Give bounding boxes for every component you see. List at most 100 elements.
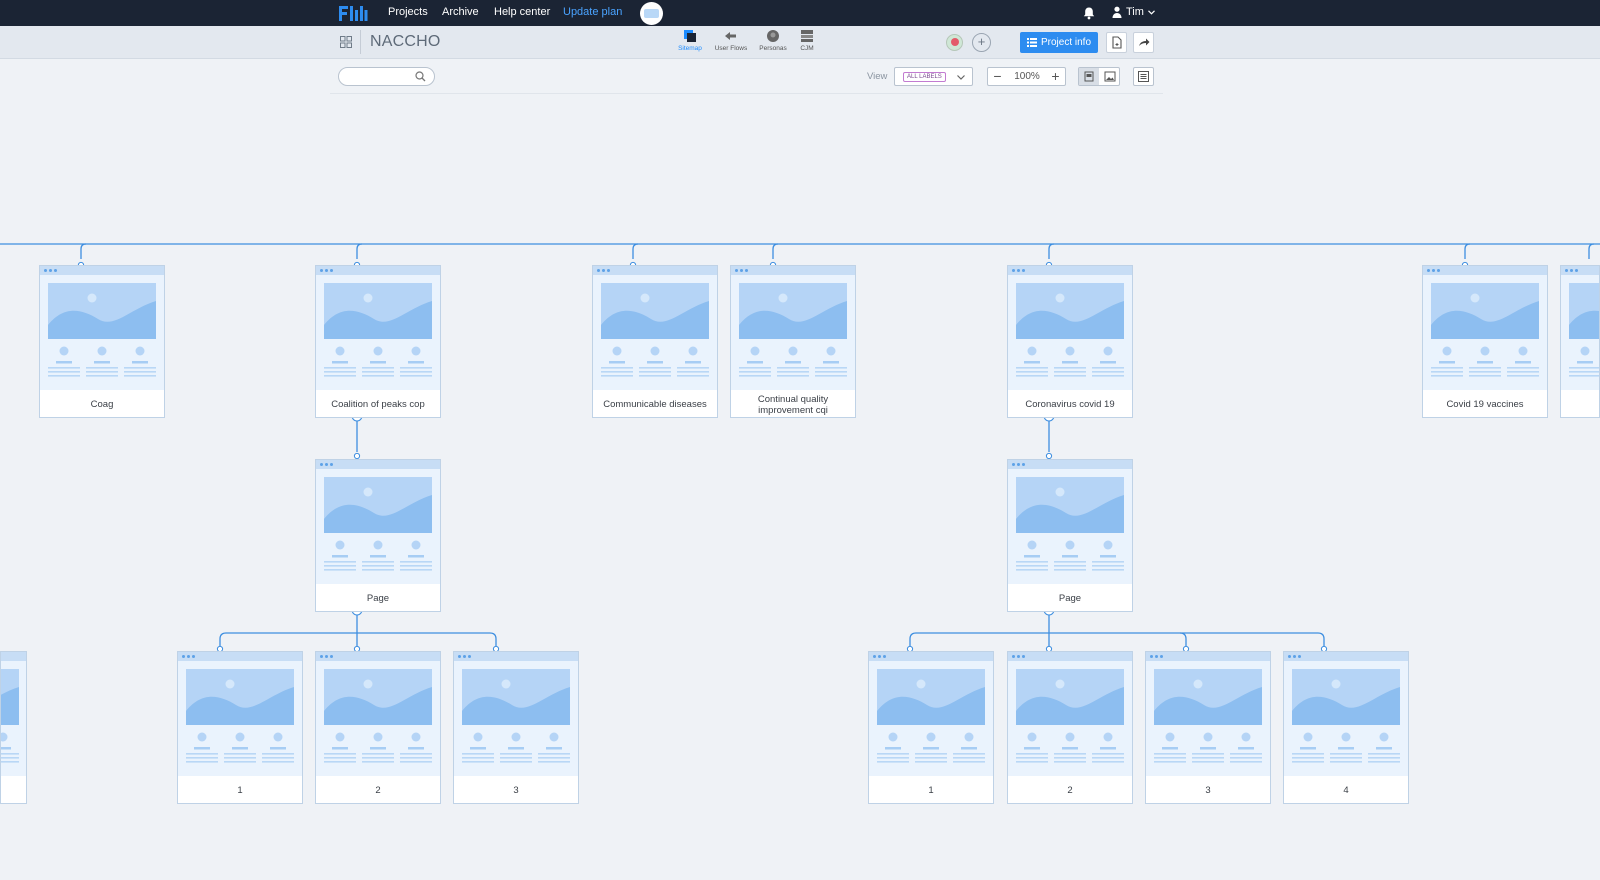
card-header — [593, 266, 717, 275]
display-mode-toggle — [1078, 67, 1120, 86]
wireframe-thumbnail-icon — [1008, 469, 1132, 584]
tab-user-flows-label: User Flows — [714, 45, 748, 52]
card-header — [316, 460, 440, 469]
page-card-covid-vaccines[interactable]: Covid 19 vaccines — [1422, 265, 1548, 418]
page-card-peaks-3[interactable]: 3 — [453, 651, 579, 804]
tab-sitemap[interactable]: Sitemap — [670, 29, 710, 52]
zoom-out-button[interactable]: − — [990, 69, 1005, 84]
page-card-communicable-diseases[interactable]: Communicable diseases — [592, 265, 718, 418]
page-card-page-peaks[interactable]: Page — [315, 459, 441, 612]
wireframe-thumbnail-icon — [1561, 275, 1599, 390]
screenshot-mode-button[interactable] — [1100, 68, 1120, 85]
search-icon — [415, 71, 426, 82]
share-button[interactable] — [1133, 32, 1154, 53]
page-title: 1 — [928, 785, 934, 796]
wireframe-thumbnail-icon — [316, 275, 440, 390]
page-title: Page — [1058, 593, 1082, 604]
card-header — [731, 266, 855, 275]
wireframe-thumbnail-icon — [1284, 661, 1408, 776]
card-header — [1146, 652, 1270, 661]
wireframe-thumbnail-icon — [178, 661, 302, 776]
chevron-down-icon — [1147, 9, 1155, 15]
tab-sitemap-label: Sitemap — [678, 45, 702, 52]
wireframe-thumbnail-icon — [1008, 275, 1132, 390]
zoom-control: − 100% + — [987, 67, 1066, 86]
wireframe-thumbnail-icon — [593, 275, 717, 390]
card-header — [1561, 266, 1599, 275]
project-toolbar: NACCHO Sitemap User Flows Personas CJM +… — [0, 26, 1600, 59]
page-card-offscreen[interactable] — [0, 651, 27, 804]
card-header — [40, 266, 164, 275]
user-menu[interactable]: Tim — [1112, 6, 1155, 18]
view-select[interactable]: ALL LABELS — [894, 67, 973, 86]
collaborator-avatar[interactable] — [946, 34, 963, 51]
user-name: Tim — [1126, 6, 1144, 18]
card-header — [178, 652, 302, 661]
project-info-label: Project info — [1040, 37, 1092, 48]
nav-update-plan[interactable]: Update plan — [563, 6, 622, 18]
personas-icon — [767, 30, 779, 42]
user-icon — [1112, 6, 1122, 18]
page-title: Coalition of peaks cop — [331, 399, 425, 410]
tab-cjm[interactable]: CJM — [787, 29, 827, 52]
search-field[interactable] — [338, 67, 435, 87]
page-card-continual-quality[interactable]: Continual quality improvement cqi — [730, 265, 856, 418]
page-title: Page — [366, 593, 390, 604]
tab-user-flows[interactable]: User Flows — [711, 29, 751, 52]
view-label: View — [867, 71, 888, 82]
page-card-covid-3[interactable]: 3 — [1145, 651, 1271, 804]
wireframe-thumbnail-icon — [1146, 661, 1270, 776]
project-info-button[interactable]: Project info — [1020, 32, 1098, 53]
top-navigation: Projects Archive Help center Update plan… — [0, 0, 1600, 26]
card-header — [1008, 460, 1132, 469]
page-card-coag[interactable]: Coag — [39, 265, 165, 418]
grid-icon[interactable] — [340, 36, 352, 48]
page-card-covid-1[interactable]: 1 — [868, 651, 994, 804]
page-title: Covid 19 vaccines — [1446, 399, 1524, 410]
page-card-peaks-2[interactable]: 2 — [315, 651, 441, 804]
page-card-offscreen[interactable] — [1560, 265, 1600, 418]
page-card-covid-4[interactable]: 4 — [1283, 651, 1409, 804]
card-header — [1, 652, 26, 661]
page-title: Coronavirus covid 19 — [1025, 399, 1115, 410]
page-card-coalition-of-peaks[interactable]: Coalition of peaks cop — [315, 265, 441, 418]
nav-projects[interactable]: Projects — [388, 6, 428, 18]
bell-icon[interactable] — [1082, 6, 1096, 20]
wireframe-thumbnail-icon — [731, 275, 855, 390]
view-select-value: ALL LABELS — [903, 72, 946, 82]
add-collaborator-button[interactable]: + — [972, 33, 991, 52]
page-title: Coag — [90, 399, 114, 410]
cjm-icon — [801, 30, 813, 42]
sitemap-canvas[interactable]: Coag Coalition of peaks cop Communicable… — [0, 94, 1600, 880]
nav-help-center[interactable]: Help center — [494, 6, 550, 18]
tab-cjm-label: CJM — [800, 45, 814, 52]
chevron-down-icon — [957, 75, 965, 80]
search-input[interactable] — [347, 70, 422, 87]
export-icon — [1112, 36, 1122, 49]
page-title: 3 — [1205, 785, 1211, 796]
promo-icon[interactable] — [640, 2, 663, 25]
page-card-page-covid[interactable]: Page — [1007, 459, 1133, 612]
wireframe-mode-button[interactable] — [1079, 68, 1099, 85]
divider — [360, 30, 361, 54]
list-view-button[interactable] — [1133, 67, 1154, 86]
page-title: 2 — [375, 785, 381, 796]
card-header — [1008, 266, 1132, 275]
export-button[interactable] — [1106, 32, 1127, 53]
page-title: 1 — [237, 785, 243, 796]
nav-archive[interactable]: Archive — [442, 6, 479, 18]
page-card-peaks-1[interactable]: 1 — [177, 651, 303, 804]
wireframe-icon — [1084, 71, 1094, 82]
page-title: 4 — [1343, 785, 1349, 796]
flowmapp-logo[interactable] — [338, 4, 368, 22]
share-arrow-icon — [1139, 38, 1150, 46]
list-icon — [1026, 38, 1037, 47]
wireframe-thumbnail-icon — [316, 661, 440, 776]
page-card-coronavirus[interactable]: Coronavirus covid 19 — [1007, 265, 1133, 418]
wireframe-thumbnail-icon — [869, 661, 993, 776]
wireframe-thumbnail-icon — [1423, 275, 1547, 390]
card-header — [316, 652, 440, 661]
zoom-in-button[interactable]: + — [1048, 69, 1063, 84]
wireframe-thumbnail-icon — [316, 469, 440, 584]
page-card-covid-2[interactable]: 2 — [1007, 651, 1133, 804]
